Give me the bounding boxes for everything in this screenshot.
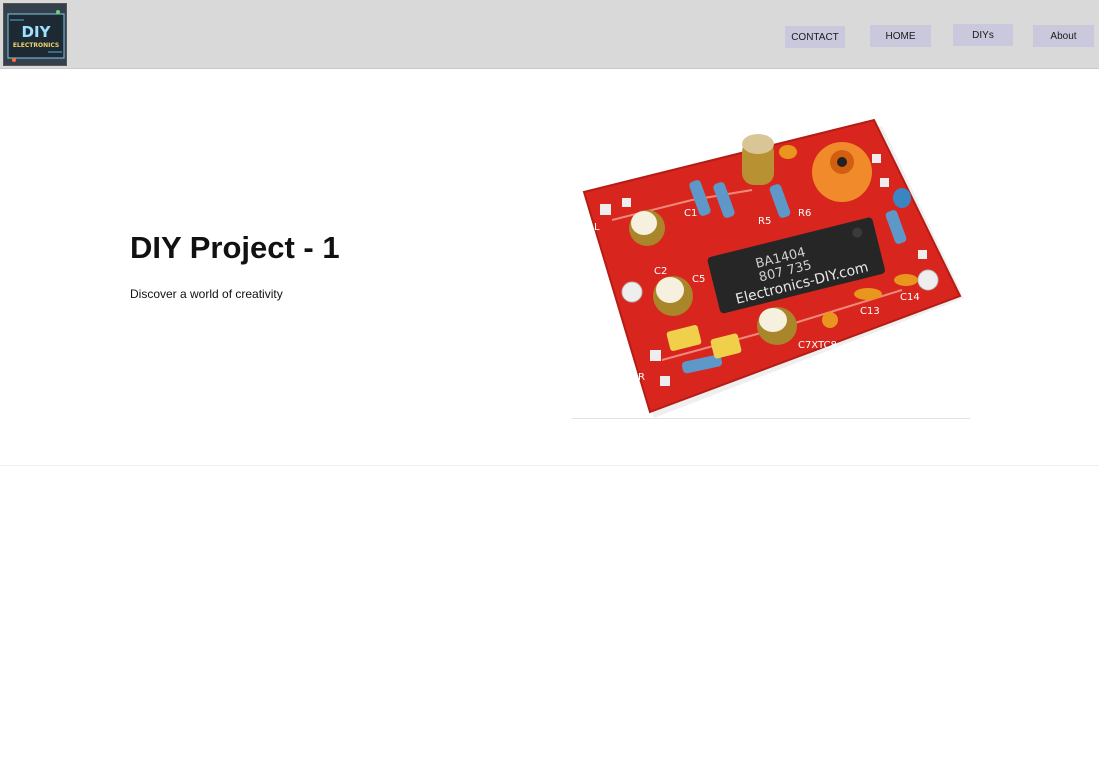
pcb-label: C5 — [692, 274, 705, 285]
nav-about-button[interactable]: About — [1033, 25, 1094, 47]
top-header: DIY ELECTRONICS CONTACT HOME DIYs About — [0, 0, 1099, 69]
nav-diys-button[interactable]: DIYs — [953, 24, 1013, 46]
pcb-label: C2 — [654, 266, 667, 277]
nav-home-button[interactable]: HOME — [870, 25, 931, 47]
pcb-label: C14 — [900, 292, 920, 303]
logo-electronics-text: ELECTRONICS — [13, 42, 59, 49]
pcb-label: R5 — [758, 216, 771, 227]
pcb-label: C7XTC8 — [798, 340, 837, 351]
pcb-label: C1 — [684, 208, 697, 219]
pcb-label: R6 — [798, 208, 811, 219]
pcb-project-image: BA1404 807 735 Electronics-DIY.com C1 C2… — [572, 100, 970, 418]
site-logo[interactable]: DIY ELECTRONICS — [3, 3, 67, 66]
hero-title: DIY Project - 1 — [130, 230, 340, 265]
logo-diy-text: DIY — [22, 23, 52, 41]
pcb-label: L — [594, 222, 600, 233]
pcb-label: R — [638, 372, 645, 383]
pcb-label: C13 — [860, 306, 880, 317]
nav-contact-button[interactable]: CONTACT — [785, 26, 845, 48]
section-divider — [0, 465, 1099, 466]
image-divider — [572, 418, 970, 419]
hero-subtitle: Discover a world of creativity — [130, 287, 283, 301]
